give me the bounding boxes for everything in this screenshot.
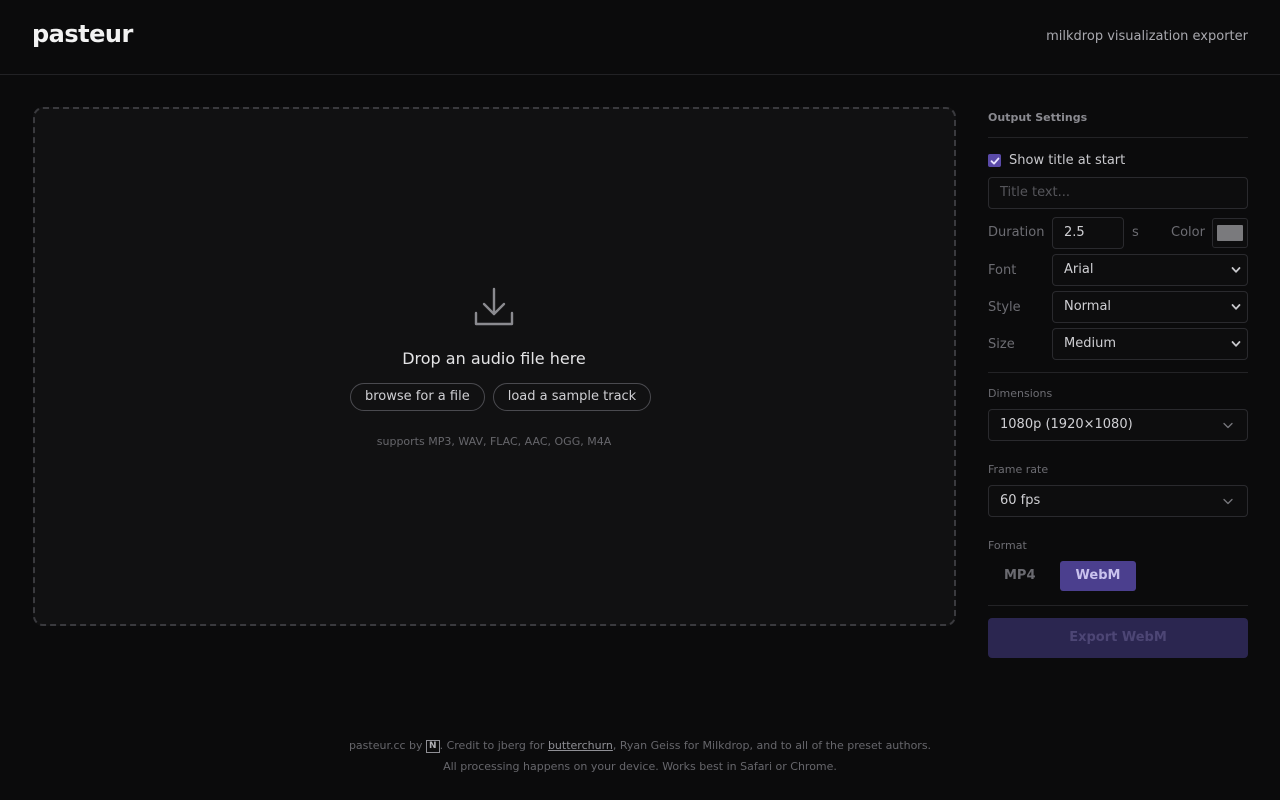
show-title-label: Show title at start bbox=[1009, 153, 1126, 168]
font-select-value: Arial bbox=[1064, 262, 1094, 277]
footer-note: All processing happens on your device. W… bbox=[443, 760, 837, 773]
style-select[interactable]: Normal bbox=[1052, 291, 1248, 323]
duration-input[interactable]: 2.5 bbox=[1052, 217, 1124, 249]
duration-unit: s bbox=[1132, 225, 1139, 240]
size-label: Size bbox=[988, 337, 1015, 352]
format-segmented-control: MP4 WebM bbox=[988, 561, 1137, 591]
footer-suffix: , Ryan Geiss for Milkdrop, and to all of… bbox=[612, 739, 932, 752]
color-swatch-fill bbox=[1217, 225, 1243, 241]
checkmark-icon bbox=[990, 157, 999, 164]
size-select-value: Medium bbox=[1064, 336, 1116, 351]
font-label: Font bbox=[988, 263, 1017, 278]
chevron-down-icon bbox=[1223, 422, 1233, 429]
style-label: Style bbox=[988, 300, 1021, 315]
color-picker[interactable] bbox=[1212, 218, 1248, 248]
dimensions-select-value: 1080p (1920×1080) bbox=[1000, 417, 1133, 432]
chevron-down-icon bbox=[1231, 341, 1241, 347]
format-webm-button[interactable]: WebM bbox=[1059, 561, 1137, 591]
color-label: Color bbox=[1171, 225, 1205, 240]
chevron-down-icon bbox=[1223, 498, 1233, 505]
size-select[interactable]: Medium bbox=[1052, 328, 1248, 360]
chevron-down-icon bbox=[1231, 304, 1241, 310]
author-badge[interactable]: N bbox=[426, 740, 440, 753]
export-button[interactable]: Export WebM bbox=[988, 618, 1248, 658]
style-select-value: Normal bbox=[1064, 299, 1112, 314]
footer-credit-text: . Credit to jberg for bbox=[439, 739, 545, 752]
download-icon bbox=[474, 287, 514, 326]
format-label: Format bbox=[988, 539, 1027, 552]
font-select[interactable]: Arial bbox=[1052, 254, 1248, 286]
app-logo[interactable]: pasteur bbox=[32, 20, 133, 48]
title-text-input[interactable]: Title text... bbox=[988, 177, 1248, 209]
browse-file-button[interactable]: browse for a file bbox=[350, 383, 485, 411]
dimensions-select[interactable]: 1080p (1920×1080) bbox=[988, 409, 1248, 441]
load-sample-button[interactable]: load a sample track bbox=[492, 383, 652, 411]
title-text-placeholder: Title text... bbox=[1000, 185, 1071, 200]
chevron-down-icon bbox=[1231, 267, 1241, 273]
drop-actions: browse for a file load a sample track bbox=[350, 383, 652, 411]
divider bbox=[988, 137, 1248, 138]
output-settings-title: Output Settings bbox=[988, 111, 1088, 124]
footer-credits: pasteur.cc by N. Credit to jberg for but… bbox=[0, 739, 1280, 753]
app-header: pasteur milkdrop visualization exporter bbox=[0, 0, 1280, 75]
butterchurn-link[interactable]: butterchurn bbox=[548, 739, 613, 752]
supported-formats-text: supports MP3, WAV, FLAC, AAC, OGG, M4A bbox=[376, 435, 612, 448]
divider bbox=[988, 372, 1248, 373]
show-title-checkbox[interactable] bbox=[988, 154, 1001, 167]
format-mp4-button[interactable]: MP4 bbox=[988, 561, 1052, 591]
frame-rate-label: Frame rate bbox=[988, 463, 1049, 476]
drop-title: Drop an audio file here bbox=[402, 349, 586, 368]
footer-prefix: pasteur.cc by bbox=[348, 739, 423, 752]
show-title-toggle[interactable]: Show title at start bbox=[988, 153, 1125, 168]
app-tagline: milkdrop visualization exporter bbox=[1046, 29, 1248, 44]
frame-rate-select-value: 60 fps bbox=[1000, 493, 1041, 508]
divider bbox=[988, 605, 1248, 606]
duration-label: Duration bbox=[988, 225, 1045, 240]
frame-rate-select[interactable]: 60 fps bbox=[988, 485, 1248, 517]
dimensions-label: Dimensions bbox=[988, 387, 1053, 400]
